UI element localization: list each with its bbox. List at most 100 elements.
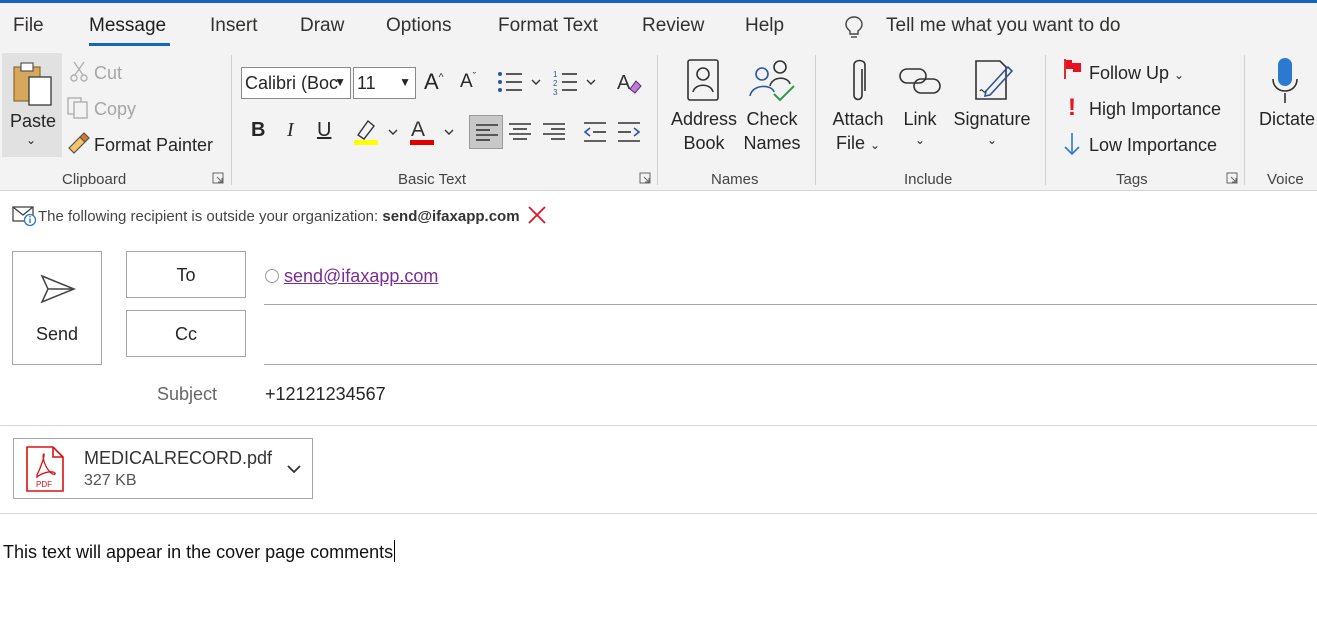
- chevron-down-icon: ⌄: [26, 133, 37, 147]
- menu-tabs: File Message Insert Draw Options Format …: [0, 3, 1317, 51]
- align-left-button[interactable]: [469, 115, 503, 149]
- format-painter-button[interactable]: Format Painter: [94, 135, 213, 156]
- tab-format-text[interactable]: Format Text: [498, 15, 598, 37]
- follow-up-button[interactable]: Follow Up ⌄: [1089, 63, 1184, 84]
- shrink-font-icon[interactable]: Aˇ: [460, 71, 476, 93]
- cut-button[interactable]: Cut: [94, 63, 122, 84]
- svg-text:1: 1: [553, 70, 558, 79]
- divider: [0, 425, 1317, 426]
- message-body[interactable]: This text will appear in the cover page …: [3, 540, 396, 563]
- active-tab-indicator: [89, 43, 170, 46]
- tab-review[interactable]: Review: [642, 15, 704, 37]
- paste-button[interactable]: Paste ⌄: [2, 53, 62, 157]
- underline-button[interactable]: U: [317, 119, 331, 142]
- group-separator: [1244, 55, 1245, 185]
- tags-group-label: Tags: [1116, 171, 1148, 188]
- bold-button[interactable]: B: [251, 119, 265, 142]
- scissors-icon: [70, 61, 88, 82]
- dictate-button[interactable]: Dictate: [1252, 55, 1317, 159]
- attach-label-1: Attach: [832, 109, 884, 129]
- chevron-down-icon: ⌄: [869, 138, 881, 152]
- voice-group-label: Voice: [1267, 171, 1304, 188]
- bullets-icon[interactable]: [496, 70, 544, 96]
- dialog-launcher-icon[interactable]: [639, 172, 651, 184]
- attach-file-button[interactable]: Attach File ⌄: [826, 55, 890, 159]
- attachment-size: 327 KB: [84, 472, 137, 489]
- down-arrow-icon: [1064, 133, 1080, 156]
- exclamation-icon: !: [1068, 94, 1076, 121]
- tab-draw[interactable]: Draw: [300, 15, 344, 37]
- align-center-icon[interactable]: [509, 123, 531, 141]
- chevron-down-icon: ⌄: [986, 133, 998, 147]
- highlight-icon[interactable]: [353, 117, 401, 145]
- send-button[interactable]: Send: [12, 251, 102, 365]
- tab-help[interactable]: Help: [745, 15, 784, 37]
- font-name-select[interactable]: Calibri (Boc ▼: [241, 67, 351, 99]
- tab-options[interactable]: Options: [386, 15, 451, 37]
- group-separator: [231, 55, 232, 185]
- paste-icon: [13, 62, 52, 106]
- cc-button[interactable]: Cc: [126, 310, 246, 357]
- high-importance-button[interactable]: High Importance: [1089, 99, 1221, 120]
- lightbulb-icon: [845, 16, 863, 38]
- include-group-label: Include: [904, 171, 953, 188]
- tell-me-search[interactable]: Tell me what you want to do: [886, 15, 1120, 37]
- subject-input[interactable]: +12121234567: [265, 384, 386, 405]
- svg-text:PDF: PDF: [36, 480, 52, 489]
- link-button[interactable]: Link ⌄: [896, 55, 944, 159]
- chevron-down-icon: ▼: [399, 75, 411, 89]
- numbering-icon[interactable]: 1 2 3: [553, 69, 601, 97]
- to-recipient[interactable]: send@ifaxapp.com: [284, 266, 438, 287]
- tab-file[interactable]: File: [13, 15, 44, 37]
- divider: [0, 513, 1317, 514]
- grow-font-icon[interactable]: A^: [424, 69, 443, 95]
- close-icon[interactable]: [526, 204, 548, 226]
- names-group-label: Names: [711, 171, 759, 188]
- check-names-label-2: Names: [743, 133, 801, 153]
- align-left-icon: [476, 124, 498, 141]
- group-separator: [1045, 55, 1046, 185]
- tab-message[interactable]: Message: [89, 15, 166, 37]
- to-field-line[interactable]: [264, 304, 1317, 305]
- font-color-icon[interactable]: A: [409, 117, 457, 145]
- group-separator: [815, 55, 816, 185]
- external-recipient-warning: The following recipient is outside your …: [12, 204, 548, 227]
- tab-insert[interactable]: Insert: [210, 15, 258, 37]
- address-book-label-2: Book: [683, 133, 725, 153]
- mail-info-icon: [12, 206, 37, 227]
- chevron-down-icon: ⌄: [914, 133, 926, 147]
- svg-text:A: A: [411, 118, 425, 141]
- presence-icon: [265, 269, 279, 283]
- decrease-indent-icon[interactable]: [584, 122, 606, 142]
- signature-button[interactable]: Signature ⌄: [950, 55, 1034, 159]
- copy-button[interactable]: Copy: [94, 99, 136, 120]
- italic-button[interactable]: I: [287, 119, 294, 142]
- svg-text:A: A: [617, 72, 631, 94]
- link-icon: [899, 68, 941, 94]
- ribbon: Paste ⌄ Cut Copy Format Painter Clipboar…: [0, 51, 1317, 191]
- low-importance-button[interactable]: Low Importance: [1089, 135, 1217, 156]
- address-book-button[interactable]: Address Book: [668, 55, 740, 159]
- increase-indent-icon[interactable]: [618, 122, 640, 142]
- dictate-label: Dictate: [1259, 109, 1316, 129]
- format-painter-icon: [68, 132, 90, 154]
- check-names-button[interactable]: Check Names: [742, 55, 802, 159]
- flag-icon: [1064, 59, 1081, 79]
- clipboard-group-label: Clipboard: [62, 171, 127, 188]
- chevron-down-icon: ▼: [334, 75, 346, 89]
- dialog-launcher-icon[interactable]: [1226, 172, 1238, 184]
- attachment-card[interactable]: PDF MEDICALRECORD.pdf 327 KB: [13, 438, 313, 499]
- align-right-icon[interactable]: [543, 123, 565, 141]
- signature-icon: [975, 60, 1014, 100]
- clear-formatting-icon[interactable]: A: [616, 69, 642, 97]
- to-button[interactable]: To: [126, 251, 246, 298]
- attachment-name: MEDICALRECORD.pdf: [84, 448, 273, 468]
- basic-text-group-label: Basic Text: [398, 171, 467, 188]
- cc-field-line[interactable]: [264, 364, 1317, 365]
- chevron-down-icon[interactable]: [286, 463, 302, 475]
- check-names-icon: [749, 60, 795, 102]
- dialog-launcher-icon[interactable]: [212, 172, 224, 184]
- font-size-select[interactable]: 11 ▼: [353, 67, 416, 99]
- attach-label-2: File ⌄: [835, 133, 881, 153]
- link-label: Link: [903, 109, 937, 129]
